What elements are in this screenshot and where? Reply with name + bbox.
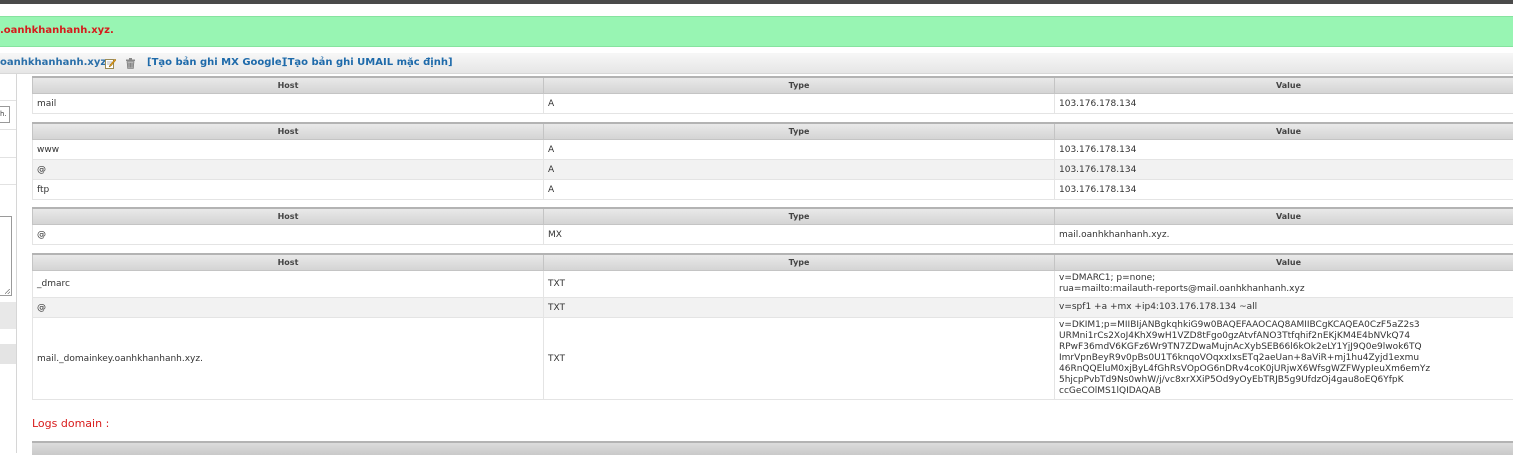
record-value-line: v=spf1 +a +mx +ip4:103.176.178.134 ~all [1059,302,1513,313]
type-column-header: Type [544,254,1055,271]
dns-record-table: Host Type Value @ MX mail.oanhkhanhanh.x… [32,207,1513,245]
left-text-input[interactable]: h. [0,106,10,123]
create-umail-default-link[interactable]: [Tạo bản ghi UMAIL mặc định] [283,57,453,68]
edit-icon[interactable] [105,58,116,69]
record-host: @ [33,225,544,245]
table-row: _dmarc TXT v=DMARC1; p=none; rua=mailto:… [33,271,1513,298]
record-value-line: rua=mailto:mailauth-reports@mail.oanhkha… [1059,284,1513,295]
left-panel-button-strip [0,302,16,329]
record-type: A [544,180,1055,200]
record-value-line: v=DMARC1; p=none; [1059,273,1513,284]
record-host: _dmarc [33,271,544,298]
record-value: v=DKIM1;p=MIIBIjANBgkqhkiG9w0BAQEFAAOCAQ… [1055,318,1513,400]
trash-icon[interactable] [125,58,136,69]
left-panel-rule [0,157,16,158]
value-column-header: Value [1055,123,1513,140]
value-column-header: Value [1055,77,1513,94]
host-column-header: Host [33,254,544,271]
record-value: 103.176.178.134 [1055,94,1513,114]
success-notice-text: .oanhkhanhanh.xyz. [0,25,114,36]
table-row: www A 103.176.178.134 [33,140,1513,160]
type-column-header: Type [544,208,1055,225]
value-column-header: Value [1055,208,1513,225]
host-column-header: Host [33,208,544,225]
table-row: mail A 103.176.178.134 [33,94,1513,114]
left-textarea[interactable] [0,216,12,296]
record-value-line: 5hjcpPvbTd9Ns0whW/j/vc8xrXXiP5Od9yOyEbTR… [1059,375,1513,386]
record-type: A [544,160,1055,180]
left-panel-rule [0,129,16,130]
window-top-border [0,0,1513,4]
left-form-panel: h. [0,74,17,453]
record-host: mail [33,94,544,114]
table-row: @ TXT v=spf1 +a +mx +ip4:103.176.178.134… [33,298,1513,318]
textarea-resize-grip[interactable] [5,289,10,294]
value-column-header: Value [1055,254,1513,271]
table-row: @ MX mail.oanhkhanhanh.xyz. [33,225,1513,245]
record-host: @ [33,160,544,180]
record-type: A [544,140,1055,160]
record-value: mail.oanhkhanhanh.xyz. [1055,225,1513,245]
left-panel-section-header [0,344,16,364]
dns-record-table: Host Type Value _dmarc TXT v=DMARC1; p=n… [32,253,1513,400]
record-value-line: 46RnQQEluM0xjByL4fGhRsVOpOG6nDRv4coK0jUR… [1059,364,1513,375]
domain-name: oanhkhanhanh.xyz [0,57,106,68]
record-value-line: URMni1rCs2XoJ4KhX9wH1VZD8tFgo0gzAtvfANO3… [1059,331,1513,342]
domain-toolbar: oanhkhanhanh.xyz [Tạo bản ghi MX Google]… [0,53,1513,74]
record-value-line: RPwF36mdV6KGFz6Wr9TN7ZDwaMujnAcXybSEB66l… [1059,342,1513,353]
table-row: ftp A 103.176.178.134 [33,180,1513,200]
record-host: www [33,140,544,160]
dns-record-table: Host Type Value www A 103.176.178.134 @ … [32,122,1513,200]
type-column-header: Type [544,123,1055,140]
logs-domain-title: Logs domain : [32,417,109,430]
type-column-header: Type [544,77,1055,94]
record-host: mail._domainkey.oanhkhanhanh.xyz. [33,318,544,400]
success-notice: .oanhkhanhanh.xyz. [0,16,1513,47]
host-column-header: Host [33,123,544,140]
left-panel-rule [0,100,16,101]
record-value: 103.176.178.134 [1055,140,1513,160]
record-type: TXT [544,271,1055,298]
table-row: mail._domainkey.oanhkhanhanh.xyz. TXT v=… [33,318,1513,400]
record-type: A [544,94,1055,114]
left-panel-rule [0,184,16,185]
record-value: 103.176.178.134 [1055,180,1513,200]
table-row: @ A 103.176.178.134 [33,160,1513,180]
record-type: TXT [544,298,1055,318]
record-value-line: ccGeCOlMS1lQIDAQAB [1059,386,1513,397]
record-value-line: ImrVpnBeyR9v0pBs0U1T6knqoVOqxxIxsETq2aeU… [1059,353,1513,364]
record-host: ftp [33,180,544,200]
record-host: @ [33,298,544,318]
left-panel-divider [16,74,17,453]
dns-record-table: Host Type Value mail A 103.176.178.134 [32,76,1513,114]
create-mx-google-link[interactable]: [Tạo bản ghi MX Google] [147,57,286,68]
record-type: TXT [544,318,1055,400]
host-column-header: Host [33,77,544,94]
record-type: MX [544,225,1055,245]
record-value: v=DMARC1; p=none; rua=mailto:mailauth-re… [1055,271,1513,298]
record-value-line: v=DKIM1;p=MIIBIjANBgkqhkiG9w0BAQEFAAOCAQ… [1059,320,1513,331]
record-value: 103.176.178.134 [1055,160,1513,180]
record-value: v=spf1 +a +mx +ip4:103.176.178.134 ~all [1055,298,1513,318]
